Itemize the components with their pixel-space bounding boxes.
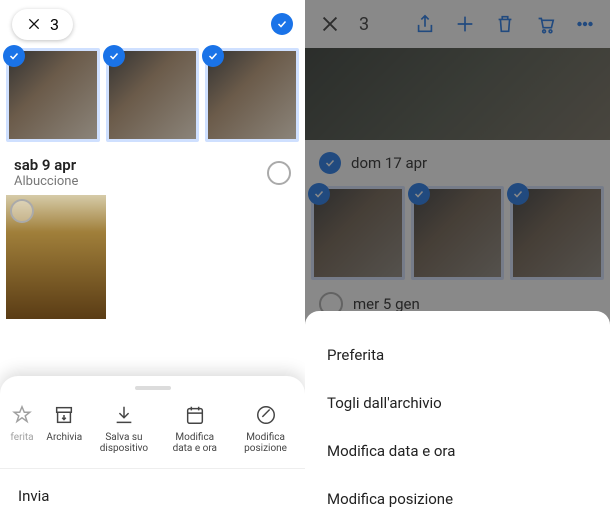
ios-pane: 3 dom 17 apr mer 5 gen Preferita Togl — [305, 0, 610, 523]
menu-edit-location[interactable]: Modifica posizione — [305, 475, 610, 523]
menu-edit-date[interactable]: Modifica data e ora — [305, 427, 610, 475]
edit-date-action[interactable]: Modifica data e ora — [166, 404, 224, 454]
photo-thumb[interactable] — [6, 195, 106, 319]
bottom-sheet: ferita Archivia Salva su dispositivo Mod… — [0, 376, 305, 523]
action-label: Archivia — [46, 432, 82, 443]
section-date: sab 9 apr — [14, 156, 78, 174]
photo-thumb[interactable] — [205, 48, 299, 142]
photo-thumb[interactable] — [106, 48, 200, 142]
action-menu: Preferita Togli dall'archivio Modifica d… — [305, 311, 610, 523]
edit-location-action[interactable]: Modifica posizione — [237, 404, 295, 454]
thumb-check-icon — [103, 45, 125, 67]
selection-bar: 3 — [0, 0, 305, 48]
action-label: Modifica posizione — [237, 432, 295, 454]
thumb-check-icon — [3, 45, 25, 67]
menu-favorite[interactable]: Preferita — [305, 331, 610, 379]
android-pane: 3 sab 9 apr Albuccione ferita Arc — [0, 0, 305, 523]
section-select-circle[interactable] — [267, 161, 291, 185]
photo-thumb[interactable] — [6, 48, 100, 142]
action-label: ferita — [10, 432, 33, 443]
select-all-check[interactable] — [271, 13, 293, 35]
calendar-icon — [184, 404, 206, 426]
thumb-row — [0, 189, 305, 319]
action-label: Salva su dispositivo — [95, 432, 153, 454]
menu-unarchive[interactable]: Togli dall'archivio — [305, 379, 610, 427]
thumb-check-icon — [202, 45, 224, 67]
archive-action[interactable]: Archivia — [46, 404, 82, 454]
thumb-select-circle[interactable] — [10, 199, 34, 223]
sheet-grabber[interactable] — [135, 386, 171, 390]
location-edit-icon — [255, 404, 277, 426]
star-icon — [11, 404, 33, 426]
close-icon[interactable] — [26, 16, 42, 32]
section-header: sab 9 apr Albuccione — [0, 142, 305, 189]
section-place: Albuccione — [14, 174, 78, 189]
send-action[interactable]: Invia — [0, 469, 305, 505]
selection-chip[interactable]: 3 — [12, 9, 73, 40]
archive-icon — [53, 404, 75, 426]
action-row: ferita Archivia Salva su dispositivo Mod… — [0, 404, 305, 469]
selection-count: 3 — [50, 15, 59, 34]
thumb-row — [0, 48, 305, 142]
save-device-action[interactable]: Salva su dispositivo — [95, 404, 153, 454]
action-label: Modifica data e ora — [166, 432, 224, 454]
download-icon — [113, 404, 135, 426]
favorite-action[interactable]: ferita — [10, 404, 33, 454]
